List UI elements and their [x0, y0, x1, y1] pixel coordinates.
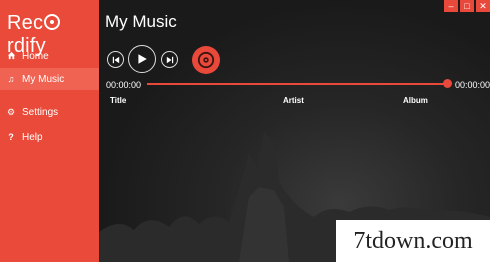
column-header-artist[interactable]: Artist — [283, 96, 304, 105]
gear-icon: ⚙ — [6, 106, 16, 117]
disc-icon — [197, 51, 215, 69]
music-note-icon: ♫ — [7, 74, 15, 84]
home-icon — [0, 51, 22, 62]
record-disc-button[interactable] — [192, 46, 220, 74]
total-time: 00:00:00 — [455, 80, 490, 90]
seek-bar[interactable] — [147, 83, 447, 85]
column-header-album[interactable]: Album — [403, 96, 428, 105]
page-title: My Music — [105, 12, 177, 31]
sidebar-item-label: Help — [22, 131, 43, 143]
help-icon: ? — [8, 132, 14, 142]
minimize-button[interactable]: – — [444, 0, 458, 12]
watermark: 7tdown.com — [336, 220, 490, 262]
seek-handle[interactable] — [443, 79, 452, 88]
sidebar-item-label: Home — [22, 50, 49, 62]
logo-disc-icon — [44, 14, 61, 30]
sidebar-item-settings[interactable]: ⚙ Settings — [0, 101, 99, 123]
close-button[interactable]: ✕ — [476, 0, 490, 12]
play-icon — [138, 54, 147, 64]
logo-text-start: Rec — [7, 12, 44, 34]
previous-button[interactable] — [107, 51, 124, 68]
maximize-button[interactable]: □ — [460, 0, 474, 12]
play-button[interactable] — [128, 45, 156, 73]
current-time: 00:00:00 — [106, 80, 142, 90]
sidebar-item-home[interactable]: Home — [0, 45, 99, 67]
sidebar-item-label: Settings — [22, 106, 59, 118]
sidebar-item-label: My Music — [22, 73, 65, 85]
skip-back-icon — [112, 56, 119, 63]
sidebar-item-help[interactable]: ? Help — [0, 126, 99, 148]
next-button[interactable] — [161, 51, 178, 68]
skip-forward-icon — [166, 56, 173, 63]
sidebar-item-my-music[interactable]: ♫ My Music — [0, 68, 99, 90]
column-header-title[interactable]: Title — [110, 96, 126, 105]
sidebar: Recrdify Home ♫ My Music ⚙ Settings ? He… — [0, 0, 99, 262]
